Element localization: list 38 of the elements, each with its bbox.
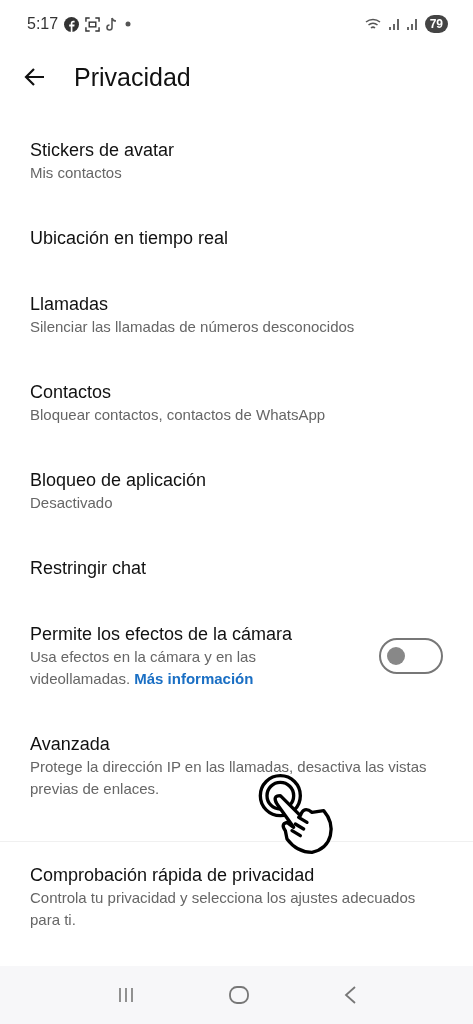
toggle-switch[interactable] <box>379 638 443 674</box>
status-time: 5:17 <box>27 15 59 33</box>
item-title: Avanzada <box>30 733 111 756</box>
signal-icon <box>388 18 401 30</box>
settings-item[interactable]: Stickers de avatar Mis contactos <box>0 117 473 205</box>
item-title: Ubicación en tiempo real <box>30 227 230 250</box>
signal-icon <box>406 18 419 30</box>
page-title: Privacidad <box>74 62 191 92</box>
item-description: Controla tu privacidad y selecciona los ajustes adecuados para ti. <box>30 888 417 930</box>
back-arrow-icon[interactable] <box>24 66 46 88</box>
item-title: Stickers de avatar <box>30 139 176 162</box>
screenshot-icon <box>85 16 101 32</box>
more-info-link[interactable]: Más información <box>134 670 254 687</box>
settings-item[interactable]: Avanzada Protege la dirección IP en las llamadas, desactiva las vistas previas de enlaces. <box>0 711 473 821</box>
settings-item[interactable]: Restringir chat <box>0 535 473 601</box>
facebook-icon <box>64 16 80 32</box>
item-description: Protege la dirección IP en las llamadas, desactiva las vistas previas de enlaces. <box>30 757 428 799</box>
item-title: Llamadas <box>30 293 110 316</box>
battery-level: 79 <box>424 15 448 33</box>
settings-item[interactable]: Bloqueo de aplicación Desactivado <box>0 447 473 535</box>
settings-item[interactable]: Contactos Bloquear contactos, contactos de WhatsApp <box>0 359 473 447</box>
item-description: Mis contactos <box>30 163 123 183</box>
settings-item[interactable]: Llamadas Silenciar las llamadas de números desconocidos <box>0 271 473 359</box>
dot-icon <box>125 21 132 27</box>
item-title: Bloqueo de aplicación <box>30 469 208 492</box>
home-icon[interactable] <box>228 985 251 1005</box>
item-description: Bloquear contactos, contactos de WhatsApp <box>30 405 327 425</box>
item-description: Desactivado <box>30 493 114 513</box>
settings-item[interactable]: Ubicación en tiempo real <box>0 205 473 271</box>
item-title: Permite los efectos de la cámara <box>30 623 294 646</box>
wifi-icon <box>364 17 383 31</box>
item-description: Usa efectos en la cámara y en las videollamadas. Más información <box>30 647 257 689</box>
item-description: Silenciar las llamadas de números desconocidos <box>30 317 356 337</box>
item-title: Contactos <box>30 381 113 404</box>
item-title: Restringir chat <box>30 557 148 580</box>
item-title: Comprobación rápida de privacidad <box>30 864 316 887</box>
back-chevron-icon[interactable] <box>342 985 357 1005</box>
settings-item[interactable]: Permite los efectos de la cámara Usa efectos en la cámara y en las videollamadas. Más información <box>0 601 473 711</box>
